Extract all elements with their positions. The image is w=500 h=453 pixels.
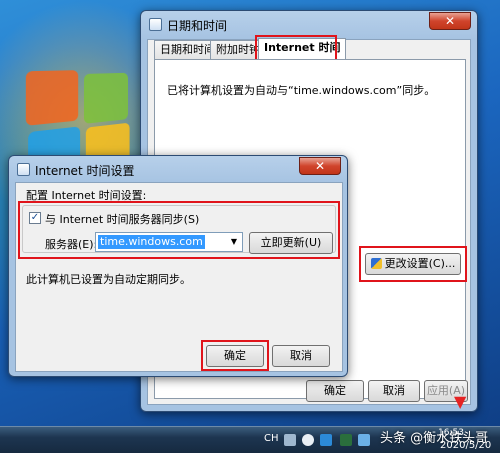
ok-button[interactable]: 确定 (306, 380, 364, 402)
red-arrow-icon: ▼ (454, 392, 466, 411)
cancel-button[interactable]: 取消 (368, 380, 420, 402)
language-indicator[interactable]: CH (264, 433, 279, 444)
title-bar[interactable]: 日期和时间 (141, 11, 477, 37)
clock-tray-icon[interactable] (302, 434, 314, 446)
taskbar: CH 头条 @衡水铁头哥 16:53 2020/5/20 (0, 426, 500, 453)
server-label: 服务器(E): (45, 236, 97, 252)
network-icon[interactable] (358, 434, 370, 446)
keyboard-icon[interactable] (284, 434, 296, 446)
cancel-button[interactable]: 取消 (272, 345, 330, 367)
app-tray-icon[interactable] (320, 434, 332, 446)
chevron-down-icon[interactable]: ▼ (228, 236, 240, 248)
clock-date[interactable]: 2020/5/20 (440, 440, 491, 451)
server-combobox[interactable]: time.windows.com ▼ (95, 232, 243, 252)
dialog-heading: 配置 Internet 时间设置: (26, 187, 146, 203)
close-button[interactable]: ✕ (429, 12, 471, 30)
close-button[interactable]: ✕ (299, 157, 341, 175)
shield-icon (371, 258, 382, 269)
update-now-button[interactable]: 立即更新(U) (249, 232, 333, 254)
change-settings-button[interactable]: 更改设置(C)... (365, 253, 461, 275)
window-title: 日期和时间 (167, 17, 227, 34)
dialog-title: Internet 时间设置 (35, 162, 134, 179)
ok-button[interactable]: 确定 (206, 345, 264, 367)
sync-checkbox-label[interactable]: 与 Internet 时间服务器同步(S) (45, 211, 199, 227)
status-text: 此计算机已设置为自动定期同步。 (26, 271, 191, 287)
sync-checkbox[interactable]: ✓ (29, 212, 41, 224)
security-icon[interactable] (340, 434, 352, 446)
title-bar[interactable]: Internet 时间设置 (9, 156, 347, 182)
clock-icon (149, 18, 162, 31)
clock-icon (17, 163, 30, 176)
sync-message: 已将计算机设置为自动与“time.windows.com”同步。 (167, 82, 457, 98)
dialog-client: 配置 Internet 时间设置: ✓ 与 Internet 时间服务器同步(S… (15, 182, 343, 372)
clock-time[interactable]: 16:53 (438, 428, 464, 438)
tab-internet-time[interactable]: Internet 时间 (258, 38, 346, 60)
internet-time-settings-dialog: Internet 时间设置 ✕ 配置 Internet 时间设置: ✓ 与 In… (8, 155, 348, 377)
sync-groupbox: ✓ 与 Internet 时间服务器同步(S) 服务器(E): time.win… (22, 205, 336, 253)
server-value: time.windows.com (98, 235, 205, 249)
